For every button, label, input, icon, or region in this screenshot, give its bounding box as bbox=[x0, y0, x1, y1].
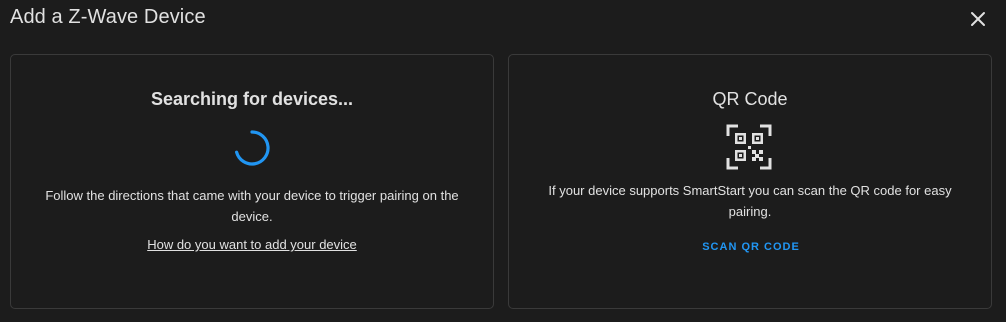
search-devices-card: Searching for devices... Follow the dire… bbox=[10, 54, 494, 309]
qr-card-description: If your device supports SmartStart you c… bbox=[548, 183, 952, 219]
add-device-help-link[interactable]: How do you want to add your device bbox=[11, 237, 493, 252]
dialog-header: Add a Z-Wave Device bbox=[0, 0, 1006, 40]
dialog-title: Add a Z-Wave Device bbox=[10, 6, 206, 28]
qr-card-title: QR Code bbox=[712, 89, 788, 109]
search-card-description: Follow the directions that came with you… bbox=[45, 188, 459, 224]
qr-code-icon bbox=[726, 124, 772, 170]
scan-qr-code-button[interactable]: SCAN QR CODE bbox=[696, 233, 806, 261]
search-card-title: Searching for devices... bbox=[150, 89, 354, 109]
qr-code-card: QR Code If your device supports SmartSta… bbox=[508, 54, 992, 309]
close-button[interactable] bbox=[966, 7, 990, 31]
loading-spinner-icon bbox=[235, 130, 270, 166]
close-icon bbox=[971, 12, 985, 26]
